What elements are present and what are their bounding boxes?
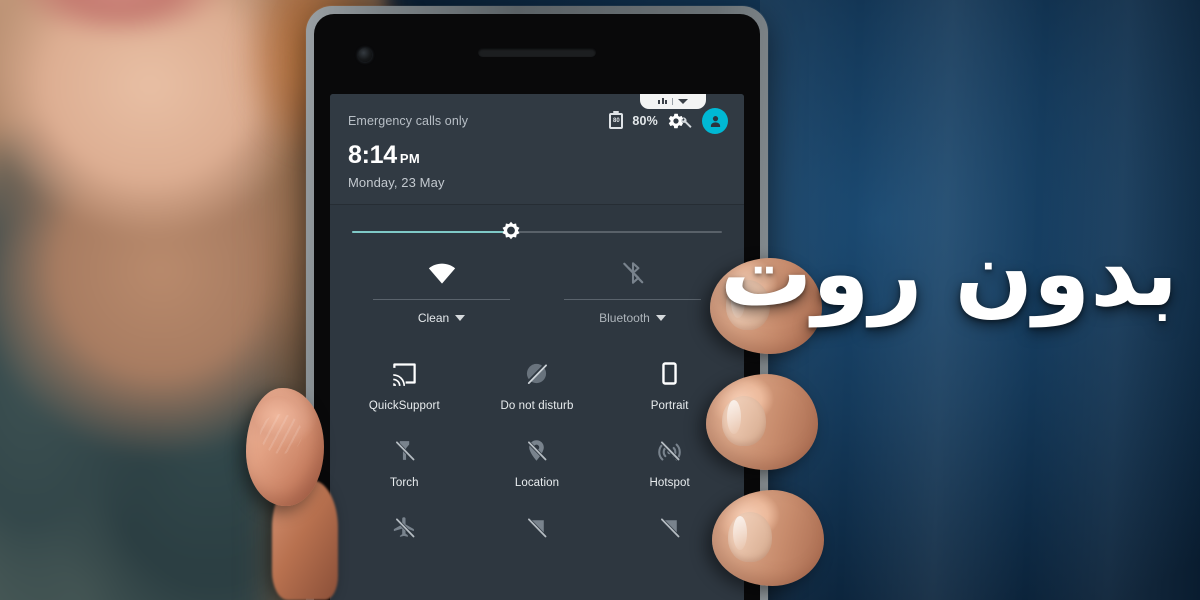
airplane-mode-off-icon (392, 511, 417, 543)
tile-label: Location (514, 477, 560, 489)
clock-time: 8:14 PM (348, 143, 728, 168)
panel-pull-handle[interactable] (640, 94, 706, 109)
tile-hotspot[interactable]: Hotspot (603, 420, 736, 497)
wifi-icon (427, 253, 457, 293)
cast-icon (391, 357, 418, 389)
quick-settings-panel: Emergency calls only 80 80% 8:14 PM Mond… (330, 94, 744, 600)
bluetooth-off-icon (620, 253, 646, 293)
data-off-icon (657, 511, 682, 543)
bluetooth-label: Bluetooth (599, 311, 650, 325)
toggle-wifi[interactable]: Clean (346, 251, 537, 325)
brightness-sun-icon[interactable] (498, 219, 524, 245)
toggle-bluetooth[interactable]: Bluetooth (537, 251, 728, 325)
phone-device: Emergency calls only 80 80% 8:14 PM Mond… (306, 6, 768, 600)
battery-level-label: 80 (613, 118, 620, 124)
hotspot-off-icon (657, 434, 682, 466)
toggle-bluetooth-label[interactable]: Bluetooth (599, 311, 666, 325)
chevron-down-icon[interactable] (455, 315, 466, 321)
tile-airplane-mode[interactable] (338, 497, 471, 562)
battery-percent-label: 80% (632, 114, 658, 128)
toggle-wifi-label[interactable]: Clean (417, 311, 466, 325)
battery-icon: 80 (609, 113, 624, 129)
chevron-down-icon[interactable] (655, 315, 666, 321)
carrier-label: Emergency calls only (348, 114, 469, 128)
divider (563, 299, 702, 300)
user-avatar[interactable] (702, 108, 728, 134)
tile-label: Torch (390, 477, 419, 489)
do-not-disturb-icon (524, 357, 549, 389)
clock-time-value: 8:14 (348, 141, 397, 169)
clock-date: Monday, 23 May (348, 175, 445, 190)
tile-location[interactable]: Location (471, 420, 604, 497)
wifi-label: Clean (417, 311, 450, 325)
tile-do-not-disturb[interactable]: Do not disturb (471, 343, 604, 420)
earpiece-speaker-icon (478, 48, 596, 57)
flashlight-off-icon (392, 434, 417, 466)
tile-sync[interactable] (471, 497, 604, 562)
location-off-icon (524, 434, 549, 466)
slider-fill (352, 231, 512, 233)
settings-button[interactable] (667, 111, 693, 131)
brightness-slider[interactable] (330, 205, 744, 251)
tile-data[interactable] (603, 497, 736, 562)
wrench-icon (681, 117, 692, 128)
tile-label: Hotspot (649, 477, 690, 489)
tile-label: Portrait (650, 400, 689, 412)
tile-torch[interactable]: Torch (338, 420, 471, 497)
divider (372, 299, 511, 300)
headline-text: بدون روت (719, 220, 1178, 327)
dual-toggle-row: Clean Bluetooth (330, 251, 744, 325)
tile-portrait[interactable]: Portrait (603, 343, 736, 420)
tile-label: QuickSupport (368, 400, 440, 412)
slider-track (352, 221, 722, 240)
quick-tile-grid: QuickSupport Do not disturb Portrait Tor… (330, 325, 744, 562)
front-camera-icon (358, 48, 372, 62)
status-header: Emergency calls only 80 80% 8:14 PM Mond… (330, 94, 744, 205)
grip-icon (658, 98, 667, 104)
tile-label: Do not disturb (500, 400, 574, 412)
screenshot-canvas: Emergency calls only 80 80% 8:14 PM Mond… (0, 0, 1200, 600)
tile-quicksupport[interactable]: QuickSupport (338, 343, 471, 420)
screen-rotation-portrait-icon (657, 357, 682, 389)
divider (672, 97, 673, 105)
sync-off-icon (524, 511, 549, 543)
chevron-down-icon (678, 98, 688, 104)
user-avatar-icon (710, 115, 720, 127)
clock-ampm: PM (399, 151, 420, 166)
